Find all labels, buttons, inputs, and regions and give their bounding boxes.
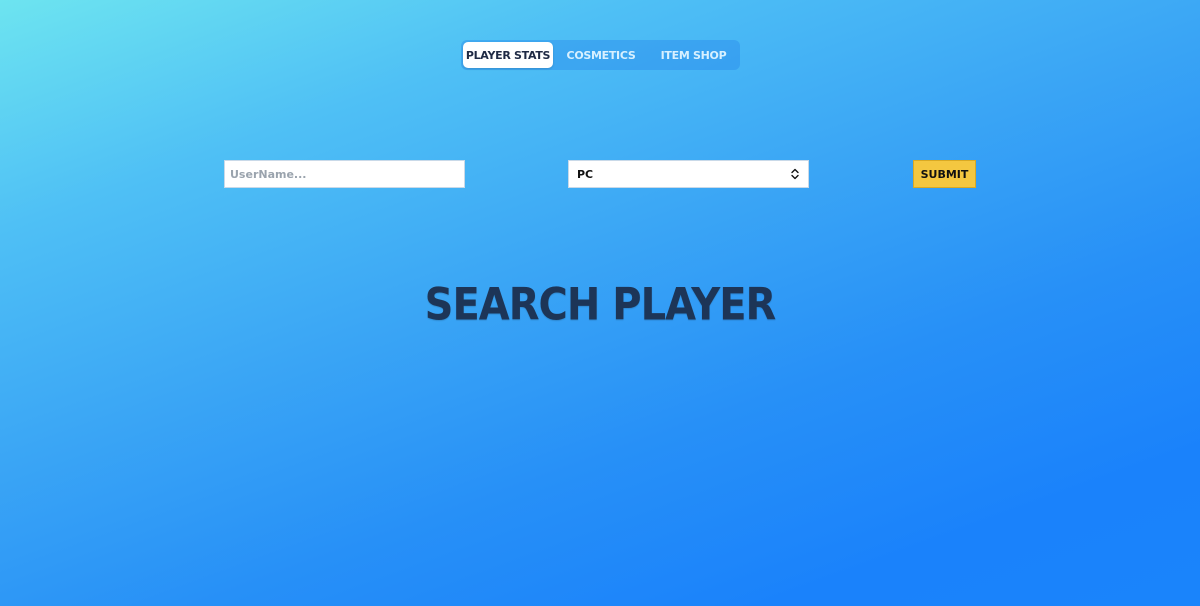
main-nav: PLAYER STATS COSMETICS ITEM SHOP: [461, 40, 740, 70]
platform-select[interactable]: PC: [568, 160, 809, 188]
tab-player-stats[interactable]: PLAYER STATS: [463, 42, 553, 68]
username-input[interactable]: [224, 160, 465, 188]
tab-cosmetics[interactable]: COSMETICS: [553, 42, 649, 68]
page-title: SEARCH PLAYER: [424, 279, 777, 331]
tab-item-shop[interactable]: ITEM SHOP: [649, 42, 738, 68]
submit-button[interactable]: SUBMIT: [913, 160, 976, 188]
platform-selected-value: PC: [577, 167, 594, 181]
updown-chevron-icon: [790, 167, 800, 181]
